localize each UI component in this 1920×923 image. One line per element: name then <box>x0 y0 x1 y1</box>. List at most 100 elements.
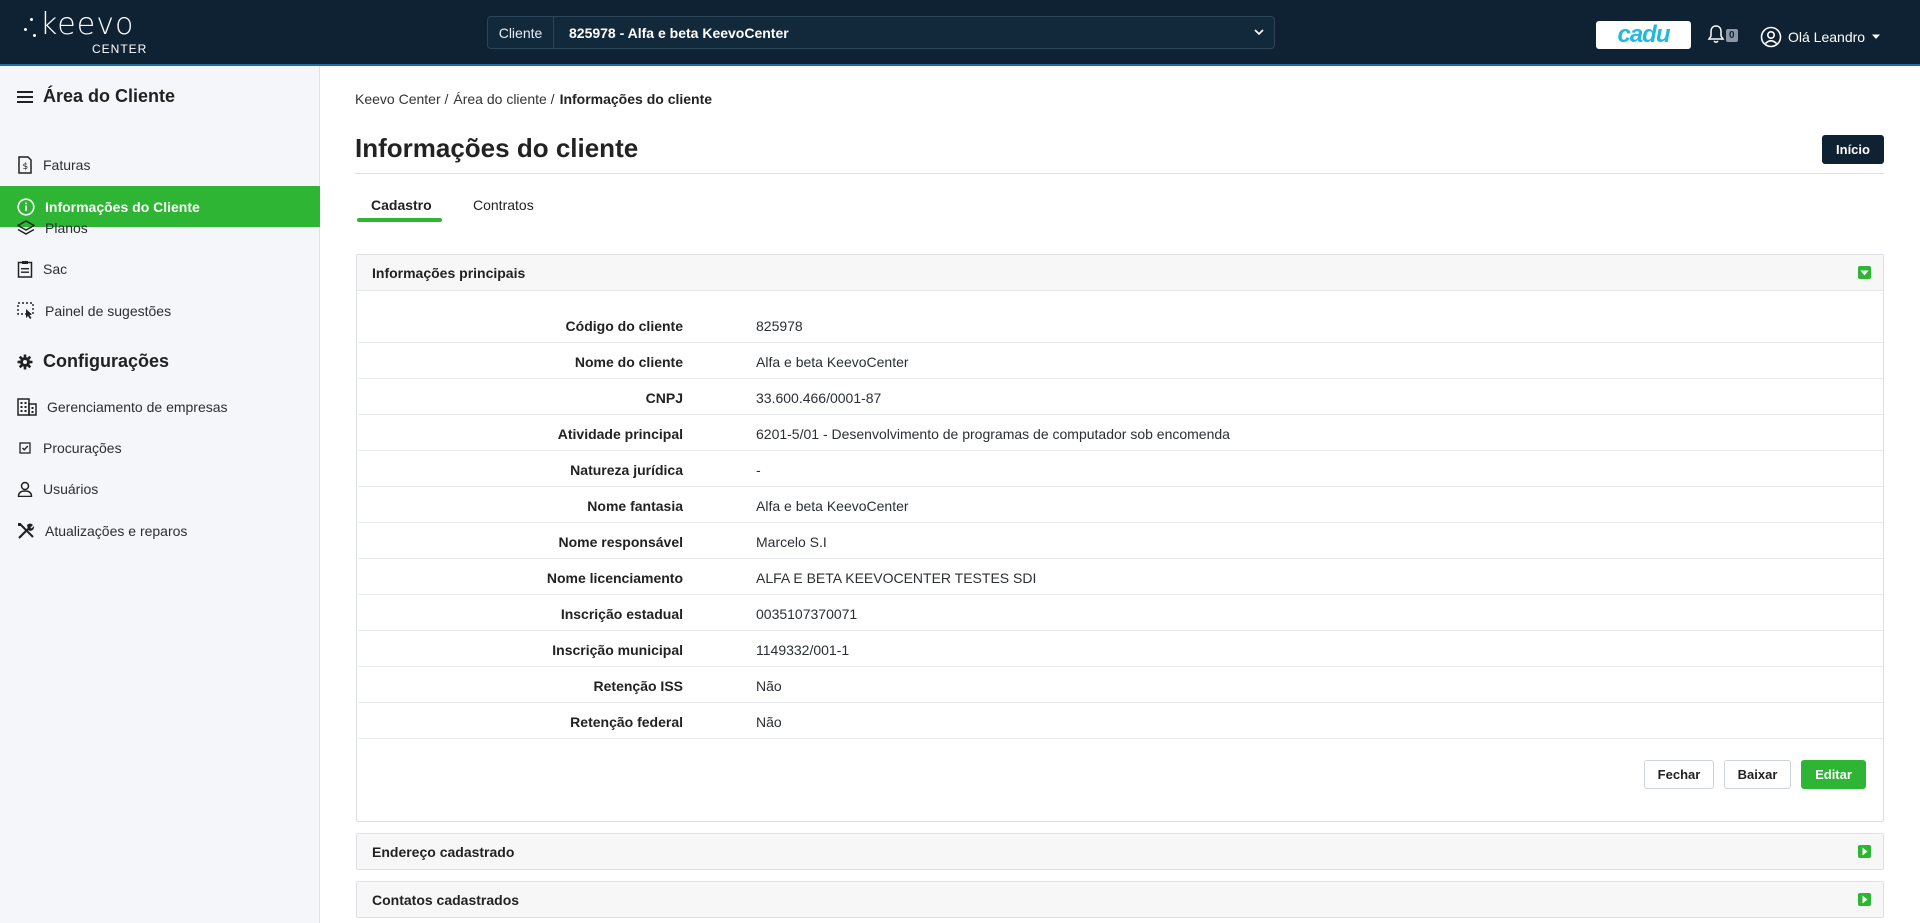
collapse-toggle-icon[interactable] <box>1858 266 1871 279</box>
sidebar: Área do Cliente $ Faturas Informações do… <box>0 66 320 923</box>
field-label: Nome fantasia <box>587 498 683 514</box>
sidebar-item-label: Faturas <box>43 157 91 173</box>
caret-down-icon <box>1872 34 1881 39</box>
sidebar-item-painel-sugestoes[interactable]: Painel de sugestões <box>0 290 320 331</box>
sidebar-section-title: Área do Cliente <box>43 86 176 106</box>
title-divider <box>355 173 1884 174</box>
keevo-logo[interactable]: keevo CENTER <box>24 7 146 56</box>
inicio-button[interactable]: Início <box>1822 135 1884 164</box>
field-label: Nome do cliente <box>574 354 683 370</box>
field-value: Não <box>756 714 782 730</box>
panel-title: Informações principais <box>372 264 526 281</box>
building-icon <box>17 397 37 416</box>
sidebar-item-label: Atualizações e reparos <box>45 522 188 539</box>
suggestion-pointer-icon <box>17 301 34 319</box>
gear-icon <box>17 354 33 369</box>
page-title: Informações do cliente <box>355 133 639 163</box>
field-value: ALFA E BETA KEEVOCENTER TESTES SDI <box>756 570 1037 586</box>
field-value: Alfa e beta KeevoCenter <box>756 354 909 370</box>
sidebar-item-label: Gerenciamento de empresas <box>47 398 228 415</box>
info-row: Atividade principal 6201-5/01 - Desenvolv… <box>358 415 1883 451</box>
panel-informacoes-principais: Informações principais Código do cliente… <box>356 254 1884 822</box>
field-label: Atividade principal <box>557 426 683 442</box>
user-greeting: Olá Leandro <box>1788 29 1866 45</box>
sidebar-item-planos[interactable]: Planos <box>0 207 320 248</box>
breadcrumb-link-keevo-center[interactable]: Keevo Center / <box>355 91 448 107</box>
user-menu[interactable]: Olá Leandro <box>1760 26 1881 48</box>
panel-header-informacoes[interactable]: Informações principais <box>357 255 1883 291</box>
sidebar-item-procuracoes[interactable]: Procurações <box>0 427 320 468</box>
cadu-button[interactable]: cadu <box>1596 21 1691 49</box>
panel-contatos-cadastrados[interactable]: Contatos cadastrados <box>356 881 1884 918</box>
sidebar-item-label: Procurações <box>43 439 122 456</box>
info-row: Nome responsável Marcelo S.I <box>358 523 1883 559</box>
info-row: Retenção federal Não <box>358 703 1883 739</box>
user-icon <box>17 481 33 497</box>
field-value: 1149332/001-1 <box>756 642 850 658</box>
expand-toggle-icon[interactable] <box>1858 893 1871 906</box>
field-label: Retenção ISS <box>593 678 683 694</box>
tab-contratos[interactable]: Contratos <box>473 197 534 213</box>
field-value: 0035107370071 <box>756 606 858 622</box>
expand-toggle-icon[interactable] <box>1858 845 1871 858</box>
field-label: Inscrição estadual <box>560 606 683 622</box>
info-row: Inscrição municipal 1149332/001-1 <box>358 631 1883 667</box>
field-value: 33.600.466/0001-87 <box>756 390 882 406</box>
logo-subtext: CENTER <box>92 42 148 56</box>
field-value: Marcelo S.I <box>756 534 827 550</box>
panel-title: Contatos cadastrados <box>372 891 520 908</box>
sidebar-section-configuracoes: Configurações <box>17 351 169 372</box>
notification-count-badge: 0 <box>1726 29 1738 42</box>
sidebar-item-atualizacoes[interactable]: Atualizações e reparos <box>0 510 320 551</box>
field-value: Alfa e beta KeevoCenter <box>756 498 909 514</box>
sidebar-item-sac[interactable]: Sac <box>0 248 320 290</box>
breadcrumb-link-area-cliente[interactable]: Área do cliente / <box>453 91 554 107</box>
info-row: CNPJ 33.600.466/0001-87 <box>358 379 1883 415</box>
field-value: Não <box>756 678 782 694</box>
panel-header-endereco[interactable]: Endereço cadastrado <box>357 834 1883 869</box>
notification-bell-icon[interactable] <box>1707 24 1725 49</box>
sidebar-item-faturas[interactable]: $ Faturas <box>0 145 320 185</box>
field-label: CNPJ <box>645 390 683 406</box>
field-label: Nome responsável <box>558 534 684 550</box>
info-row: Natureza jurídica - <box>358 451 1883 487</box>
field-value: 825978 <box>756 318 803 334</box>
field-label: Inscrição municipal <box>552 642 683 658</box>
breadcrumb: Keevo Center / Área do cliente / Informa… <box>355 91 712 107</box>
sidebar-item-usuarios[interactable]: Usuários <box>0 468 320 510</box>
sidebar-section-cliente[interactable]: Área do Cliente <box>17 86 175 107</box>
baixar-button[interactable]: Baixar <box>1724 760 1791 789</box>
tab-cadastro[interactable]: Cadastro <box>371 197 432 213</box>
sidebar-item-gerenciamento-empresas[interactable]: Gerenciamento de empresas <box>0 386 320 427</box>
client-select-label: Cliente <box>488 17 554 48</box>
editar-button[interactable]: Editar <box>1801 760 1866 789</box>
checkbox-check-icon <box>19 441 31 454</box>
fechar-button[interactable]: Fechar <box>1644 760 1714 789</box>
sidebar-item-label: Usuários <box>43 481 99 497</box>
info-row: Retenção ISS Não <box>358 667 1883 703</box>
hamburger-menu-icon[interactable] <box>17 90 33 104</box>
sidebar-item-label: Planos <box>45 219 88 236</box>
svg-text:$: $ <box>23 162 29 172</box>
chevron-down-icon <box>1244 17 1274 48</box>
logo-dots-icon <box>24 18 38 40</box>
field-value: 6201-5/01 - Desenvolvimento de programas… <box>756 426 1230 442</box>
field-label: Nome licenciamento <box>546 570 683 586</box>
layers-icon <box>17 219 35 235</box>
client-select[interactable]: Cliente 825978 - Alfa e beta KeevoCenter <box>487 16 1275 49</box>
info-row: Nome do cliente Alfa e beta KeevoCenter <box>358 343 1883 379</box>
panel-title: Endereço cadastrado <box>372 843 515 860</box>
sidebar-item-label: Sac <box>43 261 68 277</box>
breadcrumb-current: Informações do cliente <box>559 91 713 107</box>
tools-icon <box>18 522 35 539</box>
invoice-icon: $ <box>18 156 32 174</box>
field-value: - <box>756 462 761 478</box>
info-row: Nome fantasia Alfa e beta KeevoCenter <box>358 487 1883 523</box>
info-row: Código do cliente 825978 <box>358 307 1883 343</box>
user-circle-icon <box>1760 26 1782 48</box>
panel-endereco-cadastrado[interactable]: Endereço cadastrado <box>356 833 1884 870</box>
logo-text: keevo <box>40 7 135 42</box>
field-label: Código do cliente <box>565 318 683 334</box>
panel-header-contatos[interactable]: Contatos cadastrados <box>357 882 1883 917</box>
field-label: Natureza jurídica <box>570 462 683 478</box>
